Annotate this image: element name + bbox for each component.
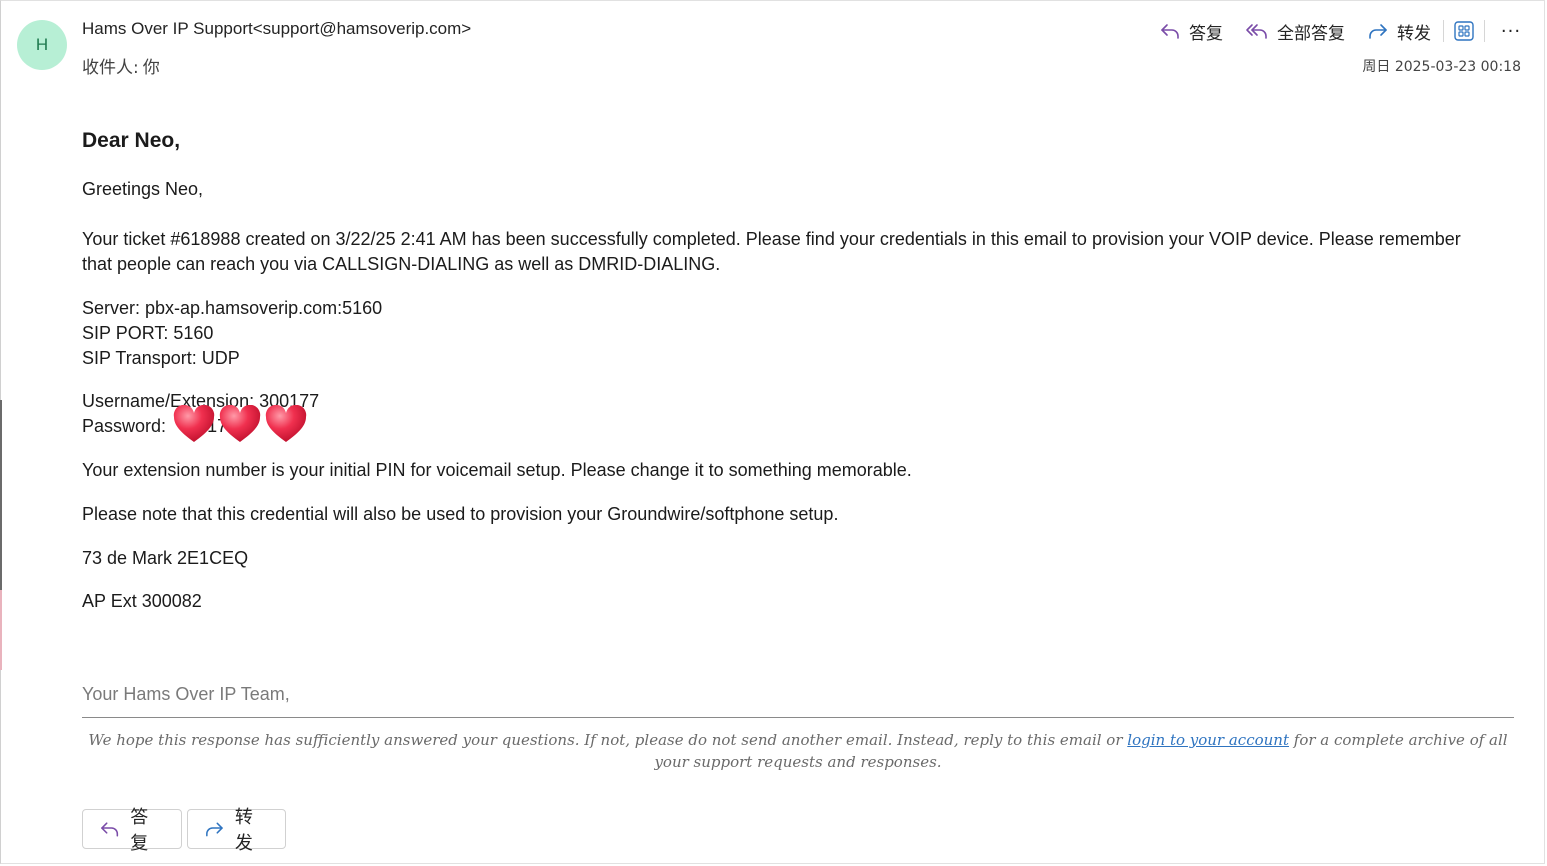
salutation: Dear Neo,	[82, 129, 181, 152]
reply-button[interactable]: 答复	[1151, 17, 1231, 45]
bottom-reply-label: 答复	[130, 807, 149, 854]
pin-note: Your extension number is your initial PI…	[82, 460, 912, 480]
reply-all-button[interactable]: 全部答复	[1237, 17, 1353, 45]
bottom-forward-label: 转发	[234, 807, 253, 854]
forward-button[interactable]: 转发	[1359, 17, 1439, 45]
left-edge-strip	[0, 400, 2, 590]
forward-arrow-icon	[1369, 24, 1387, 39]
login-link[interactable]: login to your account	[1127, 731, 1289, 749]
bottom-forward-button[interactable]: 转发	[187, 807, 286, 854]
ticket-paragraph-line1: Your ticket #618988 created on 3/22/25 2…	[82, 229, 1461, 249]
more-dots-icon[interactable]: ···	[1489, 17, 1533, 45]
reply-all-arrow-icon	[1246, 24, 1267, 39]
heart-sticker-icon	[265, 405, 307, 442]
footer-note: We hope this response has sufficiently a…	[82, 729, 1514, 773]
team-signature: Your Hams Over IP Team,	[82, 684, 290, 704]
forward-arrow-icon	[206, 822, 223, 837]
greeting-line: Greetings Neo,	[82, 179, 204, 199]
footer-divider	[82, 717, 1514, 718]
sender-avatar[interactable]: H	[17, 20, 67, 70]
toolbar-divider	[1443, 20, 1444, 42]
groundwire-note: Please note that this credential will al…	[82, 504, 839, 524]
left-edge-strip-pink	[0, 590, 2, 670]
heart-sticker-icon	[173, 405, 215, 442]
footer-note-before: We hope this response has sufficiently a…	[88, 731, 1128, 749]
bottom-reply-button[interactable]: 答复	[82, 807, 182, 854]
recipient-value[interactable]: 你	[143, 58, 160, 78]
reply-arrow-icon	[1161, 24, 1179, 39]
sip-port-line: SIP PORT: 5160	[82, 323, 214, 343]
credentials-block: Username/Extension: 300177 Password: 17 …	[82, 389, 319, 442]
server-line: Server: pbx-ap.hamsoverip.com:5160	[82, 298, 383, 318]
apps-grid-icon	[1454, 21, 1474, 41]
message-datetime: 周日 2025-03-23 00:18	[1362, 59, 1521, 75]
signoff-line-2: AP Ext 300082	[82, 591, 202, 611]
message-actions-toolbar: 答复 全部答复 转发 ···	[1145, 17, 1547, 45]
reply-label: 答复	[1189, 23, 1223, 44]
password-cover-stickers	[172, 405, 310, 445]
signoff-line-1: 73 de Mark 2E1CEQ	[82, 548, 249, 568]
heart-sticker-icon	[219, 405, 261, 442]
forward-label: 转发	[1397, 23, 1431, 44]
recipient-label: 收件人:	[82, 58, 139, 78]
toolbar-divider-2	[1484, 20, 1485, 42]
sip-transport-line: SIP Transport: UDP	[82, 348, 240, 368]
password-label: Password:	[82, 416, 167, 436]
apps-button[interactable]	[1448, 17, 1480, 45]
ticket-paragraph: Your ticket #618988 created on 3/22/25 2…	[82, 227, 1522, 277]
password-line: Password: 17 9	[82, 405, 307, 442]
reply-all-label: 全部答复	[1277, 23, 1345, 44]
ticket-paragraph-line2: that people can reach you via CALLSIGN-D…	[82, 254, 721, 274]
sender-name[interactable]: Hams Over IP Support<support@hamsoverip.…	[82, 19, 471, 39]
recipient-line: 收件人: 你	[82, 53, 160, 78]
server-block: Server: pbx-ap.hamsoverip.com:5160 SIP P…	[82, 296, 382, 371]
reply-arrow-icon	[101, 822, 119, 837]
